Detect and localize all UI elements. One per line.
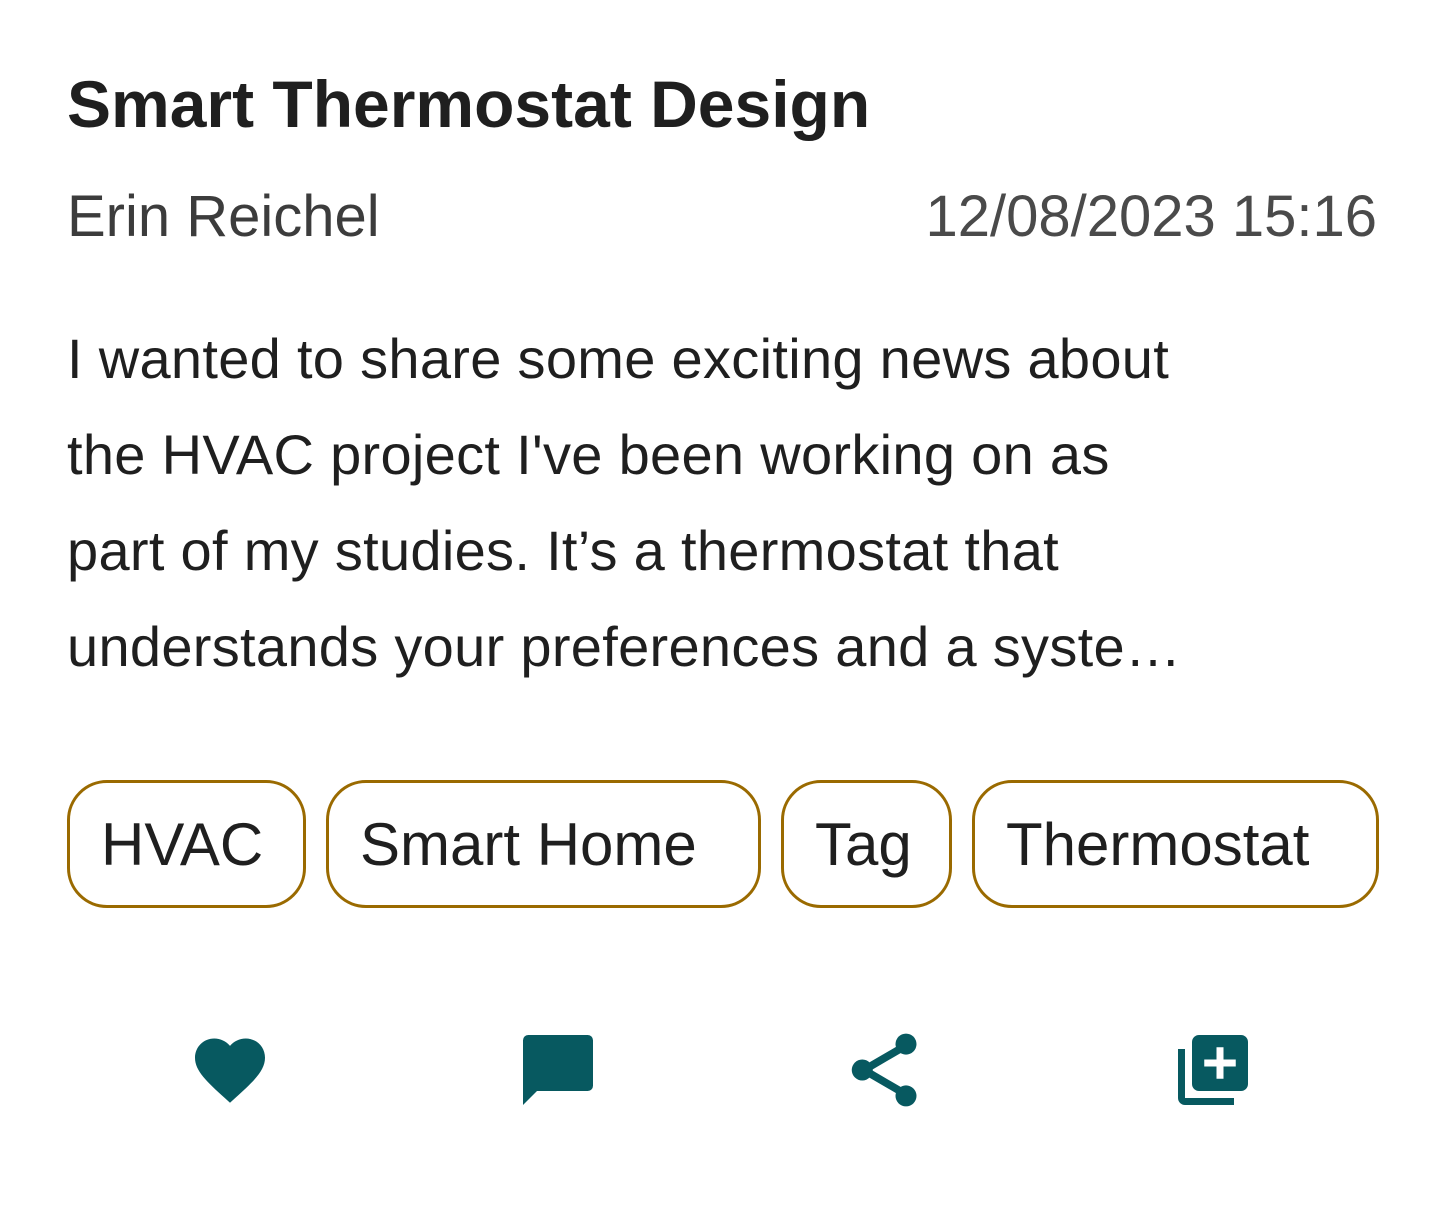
post-card[interactable]: Smart Thermostat Design Erin Reichel 12/… [67, 0, 1379, 1212]
comment-icon [523, 1035, 593, 1105]
tag-list: HVAC Smart Home Tag Thermostat [67, 780, 1379, 908]
tag-chip-thermostat[interactable]: Thermostat [972, 780, 1379, 908]
post-meta: Erin Reichel 12/08/2023 15:16 [67, 180, 1377, 252]
post-title[interactable]: Smart Thermostat Design [67, 64, 870, 144]
tag-chip-hvac[interactable]: HVAC [67, 780, 306, 908]
excerpt-line: the HVAC project I've been working on as [67, 423, 1110, 486]
share-button[interactable] [835, 1020, 935, 1120]
heart-icon [195, 1038, 265, 1103]
action-bar [67, 1020, 1377, 1120]
add-to-collection-icon [1178, 1035, 1248, 1105]
add-to-collection-button[interactable] [1163, 1020, 1263, 1120]
share-icon [851, 1033, 917, 1107]
excerpt-line: I wanted to share some exciting news abo… [67, 327, 1170, 390]
comment-button[interactable] [508, 1020, 608, 1120]
excerpt-line: understands your preferences and a syste… [67, 615, 1182, 678]
excerpt-line: part of my studies. It’s a thermostat th… [67, 519, 1059, 582]
like-button[interactable] [180, 1020, 280, 1120]
author-name[interactable]: Erin Reichel [67, 183, 380, 250]
post-timestamp: 12/08/2023 15:16 [925, 183, 1377, 249]
tag-chip-smart-home[interactable]: Smart Home [326, 780, 761, 908]
post-excerpt[interactable]: I wanted to share some exciting news abo… [67, 311, 1367, 695]
tag-chip-tag[interactable]: Tag [781, 780, 952, 908]
